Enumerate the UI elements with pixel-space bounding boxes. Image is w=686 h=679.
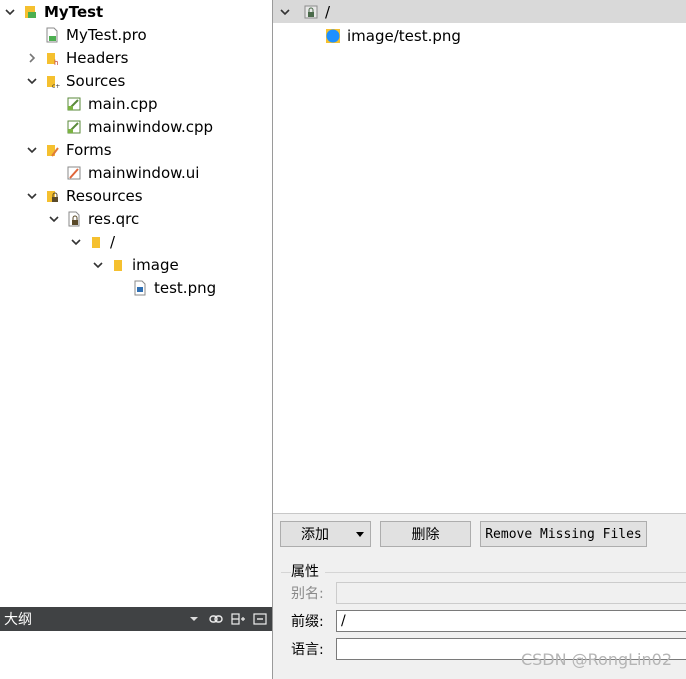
prefix-field[interactable]: / [336, 610, 686, 632]
chevron-down-icon[interactable] [24, 73, 40, 89]
pro-file-label: MyTest.pro [66, 25, 147, 44]
chevron-down-icon[interactable] [2, 4, 18, 20]
resource-file-label: image/test.png [347, 26, 461, 45]
forms-label: Forms [66, 140, 112, 159]
tree-item-pro-file[interactable]: MyTest.pro [24, 23, 147, 46]
svg-text:h: h [54, 59, 58, 66]
language-label: 语言: [291, 642, 324, 658]
close-panel-icon[interactable] [250, 609, 270, 629]
resources-folder-icon [44, 188, 60, 204]
headers-folder-icon: h [44, 50, 60, 66]
alias-field [336, 582, 686, 604]
tree-item-headers[interactable]: h Headers [24, 46, 128, 69]
delete-button-label: 删除 [411, 527, 440, 543]
tree-item-image-folder[interactable]: image [90, 253, 179, 276]
prefix-lock-icon [303, 4, 319, 20]
outline-panel-header: 大纲 [0, 607, 272, 631]
add-button[interactable]: 添加 [280, 521, 371, 547]
mainwindow-ui-label: mainwindow.ui [88, 163, 200, 182]
chevron-down-icon[interactable] [68, 234, 84, 250]
resources-label: Resources [66, 186, 143, 205]
remove-missing-files-button[interactable]: Remove Missing Files [480, 521, 647, 547]
project-tree-pane: MyTest MyTest.pro h Headers c+ Sources m… [0, 0, 272, 679]
image-file-icon [325, 28, 341, 44]
tree-item-resources[interactable]: Resources [24, 184, 143, 207]
prefix-label: / [110, 232, 116, 251]
dropdown-arrow-icon[interactable] [184, 609, 204, 629]
chevron-down-icon[interactable] [277, 4, 293, 20]
watermark: CSDN @RongLin02 [520, 650, 672, 669]
sources-label: Sources [66, 71, 126, 90]
tree-item-project-root[interactable]: MyTest [2, 0, 103, 23]
cpp-file-icon [66, 96, 82, 112]
resource-editor-pane: / image/test.png 添加 删除 Remove Missing Fi… [273, 0, 686, 679]
forms-folder-icon [44, 142, 60, 158]
tree-item-mainwindow-cpp[interactable]: mainwindow.cpp [46, 115, 213, 138]
mainwindow-cpp-label: mainwindow.cpp [88, 117, 214, 136]
sources-folder-icon: c+ [44, 73, 60, 89]
image-folder-label: image [132, 255, 179, 274]
ui-file-icon [66, 165, 82, 181]
split-icon[interactable] [228, 609, 248, 629]
main-cpp-label: main.cpp [88, 94, 158, 113]
delete-button[interactable]: 删除 [380, 521, 471, 547]
cpp-file-icon [66, 119, 82, 135]
tree-item-test-png[interactable]: test.png [112, 276, 216, 299]
tree-item-main-cpp[interactable]: main.cpp [46, 92, 158, 115]
headers-label: Headers [66, 48, 129, 67]
chevron-right-icon[interactable] [24, 50, 40, 66]
resource-file-row[interactable]: image/test.png [325, 24, 461, 47]
tree-item-prefix[interactable]: / [68, 230, 115, 253]
tree-item-forms[interactable]: Forms [24, 138, 112, 161]
resource-prefix-label: / [325, 2, 331, 21]
tree-item-res-qrc[interactable]: res.qrc [46, 207, 139, 230]
project-folder-icon [22, 4, 38, 20]
tree-item-mainwindow-ui[interactable]: mainwindow.ui [46, 161, 199, 184]
dropdown-caret-icon [356, 532, 364, 537]
add-button-label: 添加 [301, 527, 329, 543]
prefix-field-label: 前缀: [291, 614, 324, 630]
svg-text:c+: c+ [52, 83, 60, 89]
resource-prefix-row[interactable]: / [273, 0, 686, 23]
qrc-file-icon [66, 211, 82, 227]
chevron-down-icon[interactable] [24, 188, 40, 204]
link-icon[interactable] [206, 609, 226, 629]
chevron-down-icon[interactable] [90, 257, 106, 273]
tree-item-sources[interactable]: c+ Sources [24, 69, 125, 92]
group-divider [281, 572, 686, 573]
image-file-icon [132, 280, 148, 296]
res-qrc-label: res.qrc [88, 209, 140, 228]
pro-file-icon [44, 27, 60, 43]
chevron-down-icon[interactable] [46, 211, 62, 227]
folder-icon [110, 257, 126, 273]
chevron-down-icon[interactable] [24, 142, 40, 158]
remove-missing-files-label: Remove Missing Files [485, 526, 642, 542]
test-png-label: test.png [154, 278, 217, 297]
outline-title: 大纲 [4, 612, 32, 628]
properties-title: 属性 [291, 561, 325, 581]
folder-icon [88, 234, 104, 250]
project-root-label: MyTest [44, 2, 104, 21]
alias-label: 别名: [291, 586, 324, 602]
